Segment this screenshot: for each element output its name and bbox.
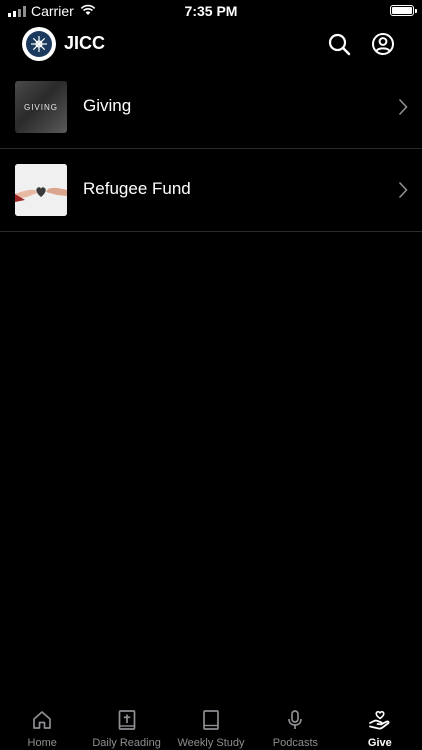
- status-time: 7:35 PM: [184, 3, 238, 19]
- list-item-giving[interactable]: GIVING Giving: [0, 66, 422, 149]
- tab-weekly-study[interactable]: Weekly Study: [169, 702, 253, 750]
- give-hand-heart-icon: [368, 708, 392, 732]
- jicc-logo-icon[interactable]: [22, 27, 56, 61]
- account-icon[interactable]: [370, 31, 396, 57]
- app-title: JICC: [64, 33, 106, 53]
- home-icon: [30, 708, 54, 732]
- tab-home[interactable]: Home: [0, 702, 84, 750]
- status-bar: Carrier 7:35 PM: [0, 0, 422, 22]
- microphone-icon: [283, 708, 307, 732]
- tab-daily-reading[interactable]: Daily Reading: [84, 702, 168, 750]
- header: JICC: [0, 22, 422, 66]
- tab-label: Daily Reading: [92, 737, 161, 749]
- chevron-right-icon: [398, 98, 408, 121]
- tab-label: Weekly Study: [177, 737, 245, 749]
- tab-label: Home: [27, 737, 57, 749]
- list-item-label: Giving: [83, 96, 132, 115]
- bible-icon: [115, 708, 139, 732]
- tab-bar: Home Daily Reading Weekly Study Podcasts…: [0, 702, 422, 750]
- search-icon[interactable]: [326, 31, 352, 57]
- giving-list: GIVING Giving Refugee Fund: [0, 66, 422, 232]
- refugee-fund-thumbnail: [15, 164, 67, 216]
- tab-label: Give: [367, 737, 392, 749]
- chevron-right-icon: [398, 181, 408, 204]
- battery-icon: [390, 5, 417, 16]
- list-item-label: Refugee Fund: [83, 179, 191, 198]
- list-item-refugee-fund[interactable]: Refugee Fund: [0, 149, 422, 232]
- giving-thumbnail-text: GIVING: [23, 102, 58, 112]
- tab-give[interactable]: Give: [338, 702, 422, 750]
- tab-podcasts[interactable]: Podcasts: [253, 702, 337, 750]
- book-icon: [199, 708, 223, 732]
- giving-thumbnail: GIVING: [15, 81, 67, 133]
- tab-label: Podcasts: [272, 737, 319, 749]
